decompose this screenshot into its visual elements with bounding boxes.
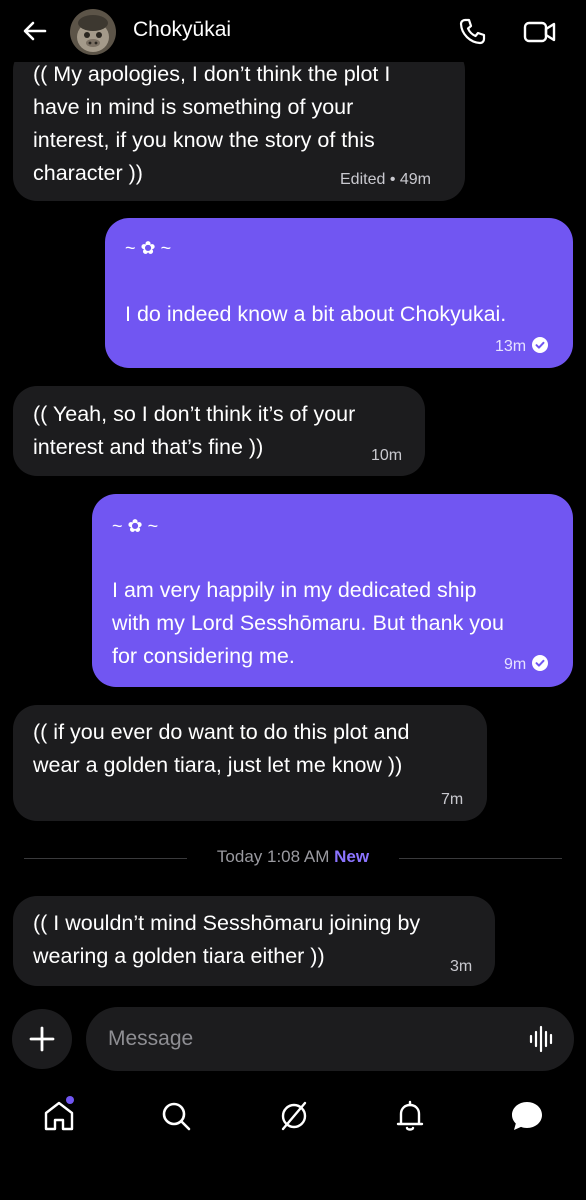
message-meta: 7m [441, 791, 464, 808]
message-composer [86, 1007, 574, 1071]
voice-message-button[interactable] [527, 1024, 557, 1054]
message-bubble-incoming[interactable]: (( I wouldn’t mind Sesshōmaru joining by… [13, 896, 495, 986]
message-bubble-outgoing[interactable]: ~ ✿ ~ I do indeed know a bit about Choky… [105, 218, 573, 368]
message-bubble-outgoing[interactable]: ~ ✿ ~ I am very happily in my dedicated … [92, 494, 573, 687]
home-notification-dot [66, 1096, 74, 1104]
voice-call-button[interactable] [456, 16, 488, 48]
explore-icon [281, 1101, 307, 1131]
divider-timestamp: Today 1:08 AM [216, 847, 330, 866]
message-bubble-incoming[interactable]: (( Yeah, so I don’t think it’s of your i… [13, 386, 425, 476]
chat-bubble-icon [512, 1102, 542, 1130]
bell-icon [396, 1100, 424, 1131]
message-input[interactable] [108, 1007, 508, 1071]
date-divider: Today 1:08 AM New [0, 847, 586, 867]
message-bubble-incoming[interactable]: (( My apologies, I don’t think the plot … [13, 46, 465, 201]
voice-waveform-icon [529, 1025, 553, 1053]
message-meta: 3m [450, 958, 473, 975]
new-messages-label: New [334, 847, 370, 866]
tab-notifications[interactable] [390, 1096, 430, 1136]
avatar-image [70, 9, 116, 55]
read-receipt-icon [532, 655, 549, 671]
tab-messages[interactable] [507, 1096, 547, 1136]
video-camera-icon [523, 21, 556, 43]
tab-search[interactable] [156, 1096, 196, 1136]
message-meta: 13m [495, 337, 549, 357]
message-meta: Edited • 49m [340, 171, 431, 188]
video-call-button[interactable] [522, 16, 558, 48]
message-text: (( I wouldn’t mind Sesshōmaru joining by… [33, 911, 421, 968]
add-attachment-button[interactable] [12, 1009, 72, 1069]
back-button[interactable] [18, 14, 52, 48]
message-text: I am very happily in my dedicated ship w… [112, 578, 504, 668]
bottom-tab-bar [0, 1082, 586, 1152]
read-receipt-icon [532, 337, 549, 353]
message-decoration: ~ ✿ ~ [112, 516, 159, 536]
contact-avatar[interactable] [70, 9, 116, 55]
plus-icon [29, 1026, 55, 1052]
message-meta: 9m [504, 655, 549, 675]
search-icon [162, 1102, 191, 1131]
contact-name[interactable]: Chokyūkai [133, 18, 231, 42]
message-text: (( My apologies, I don’t think the plot … [33, 62, 391, 185]
message-meta: 10m [371, 447, 403, 464]
message-decoration: ~ ✿ ~ [125, 238, 172, 258]
message-text: (( if you ever do want to do this plot a… [33, 720, 410, 777]
back-arrow-icon [23, 21, 47, 41]
phone-icon [459, 18, 486, 45]
message-text: I do indeed know a bit about Chokyukai. [125, 302, 507, 326]
message-bubble-incoming[interactable]: (( if you ever do want to do this plot a… [13, 705, 487, 821]
chat-header: Chokyūkai [0, 0, 586, 62]
tab-explore[interactable] [274, 1096, 314, 1136]
message-text: (( Yeah, so I don’t think it’s of your i… [33, 402, 356, 459]
